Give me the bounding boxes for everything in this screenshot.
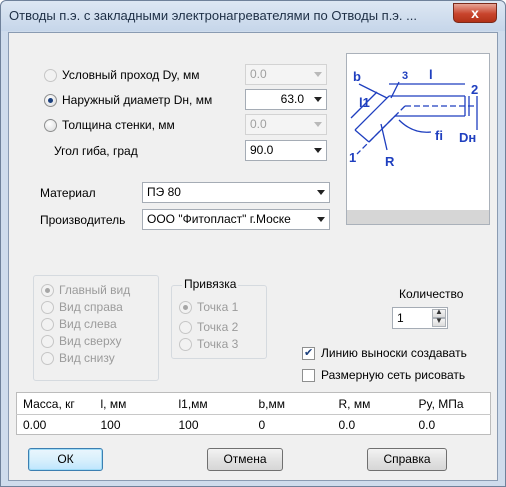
column-header: R, мм <box>332 392 413 415</box>
quantity-value: 1 <box>397 311 404 325</box>
view-right-label: Вид справа <box>59 300 123 314</box>
view-left-radio[interactable] <box>41 318 54 331</box>
chevron-down-icon <box>314 97 322 102</box>
chevron-down-icon <box>317 190 325 195</box>
diagram-label-3: 3 <box>402 70 408 82</box>
outer-diameter-value: 63.0 <box>280 92 304 106</box>
quantity-label: Количество <box>399 287 464 301</box>
window-title: Отводы п.э. с закладными электронагреват… <box>9 8 417 23</box>
diagram-label-1: 1 <box>349 150 356 165</box>
table-cell: 100 <box>178 417 199 432</box>
wall-thickness-value: 0.0 <box>250 117 267 131</box>
help-button[interactable]: Справка <box>367 448 447 471</box>
manufacturer-value: ООО "Фитопласт" г.Моске <box>147 212 291 226</box>
pipe-bend-drawing: b 3 l 2 l1 1 fi Dн R <box>349 67 478 169</box>
leader-checkbox[interactable] <box>302 346 315 360</box>
diagram-label-r: R <box>385 154 395 169</box>
leader-checkbox-label: Линию выноски создавать <box>321 346 467 360</box>
wall-thickness-radio[interactable] <box>44 119 57 132</box>
binding-point3-radio[interactable] <box>179 338 192 351</box>
nominal-diameter-radio[interactable] <box>44 69 57 82</box>
view-bottom-label: Вид снизу <box>59 351 115 365</box>
binding-group-title: Привязка <box>182 277 239 291</box>
column-header: b,мм <box>252 392 333 415</box>
quantity-down-button[interactable]: ▼ <box>432 316 446 327</box>
diagram-label-l1: l1 <box>359 95 370 110</box>
dimgrid-checkbox-label: Размерную сеть рисовать <box>321 368 466 382</box>
chevron-down-icon <box>317 217 325 222</box>
dialog-client-area: Условный проход Dy, мм 0.0 Наружный диам… <box>8 32 498 481</box>
branch-end-face <box>354 129 370 143</box>
cancel-button[interactable]: Отмена <box>207 448 283 471</box>
diagram-footer <box>347 210 489 224</box>
nominal-diameter-value: 0.0 <box>250 67 267 81</box>
view-main-radio[interactable] <box>41 284 54 297</box>
binding-point3-label: Точка 3 <box>197 337 239 351</box>
manufacturer-select[interactable]: ООО "Фитопласт" г.Моске <box>142 209 330 230</box>
results-header-row: Масса, кг l, мм l1,мм b,мм R, мм Py, МПа <box>16 392 491 415</box>
ok-button[interactable]: ОК <box>28 448 103 471</box>
wall-thickness-select[interactable]: 0.0 <box>245 114 327 135</box>
column-header: Масса, кг <box>16 392 95 415</box>
outer-diameter-select[interactable]: 63.0 <box>245 89 327 110</box>
column-header: l1,мм <box>172 392 253 415</box>
dialog-window: Отводы п.э. с закладными электронагреват… <box>0 0 506 487</box>
table-cell: 0 <box>258 417 266 432</box>
material-label: Материал <box>40 186 96 200</box>
manufacturer-label: Производитель <box>40 213 126 227</box>
view-bottom-radio[interactable] <box>41 352 54 365</box>
title-bar[interactable]: Отводы п.э. с закладными электронагреват… <box>1 1 505 31</box>
caret-down-icon: ▼ <box>435 316 443 325</box>
material-select[interactable]: ПЭ 80 <box>142 182 330 203</box>
material-value: ПЭ 80 <box>147 185 181 199</box>
binding-point1-label: Точка 1 <box>197 300 239 314</box>
bend-angle-select[interactable]: 90.0 <box>245 140 327 161</box>
diagram-label-b: b <box>353 69 361 84</box>
caret-up-icon: ▲ <box>435 307 443 316</box>
bend-angle-value: 90.0 <box>250 143 274 157</box>
binding-point2-radio[interactable] <box>179 321 192 334</box>
chevron-down-icon <box>314 72 322 77</box>
table-row: 0.00 100 100 0 0.0 0.0 <box>17 415 491 435</box>
outer-diameter-radio[interactable] <box>44 94 57 107</box>
view-main-label: Главный вид <box>59 283 131 297</box>
bend-angle-label: Угол гиба, град <box>54 144 138 158</box>
view-left-label: Вид слева <box>59 317 117 331</box>
view-top-radio[interactable] <box>41 335 54 348</box>
table-cell: 0.0 <box>338 417 356 432</box>
table-cell: 0.00 <box>23 417 47 432</box>
angle-arc <box>398 119 432 133</box>
binding-point1-radio[interactable] <box>179 301 192 314</box>
dimgrid-checkbox[interactable] <box>302 369 315 382</box>
diagram-label-l: l <box>429 67 433 82</box>
column-header: Py, МПа <box>412 392 491 415</box>
diagram-label-fi: fi <box>435 128 443 143</box>
wall-thickness-label: Толщина стенки, мм <box>62 118 175 132</box>
bend-diagram: b 3 l 2 l1 1 fi Dн R <box>346 53 490 225</box>
results-table: Масса, кг l, мм l1,мм b,мм R, мм Py, МПа… <box>16 392 491 435</box>
chevron-down-icon <box>314 148 322 153</box>
table-cell: 100 <box>100 417 121 432</box>
diagram-label-dn: Dн <box>459 130 476 145</box>
close-button[interactable]: x <box>453 3 497 23</box>
table-cell: 0.0 <box>418 417 436 432</box>
view-top-label: Вид сверху <box>59 334 122 348</box>
column-header: l, мм <box>94 392 173 415</box>
binding-point2-label: Точка 2 <box>197 320 239 334</box>
nominal-diameter-label: Условный проход Dy, мм <box>62 68 200 82</box>
quantity-stepper[interactable]: 1 ▲ ▼ <box>392 307 448 329</box>
chevron-down-icon <box>314 122 322 127</box>
view-right-radio[interactable] <box>41 301 54 314</box>
nominal-diameter-select[interactable]: 0.0 <box>245 64 327 85</box>
outer-diameter-label: Наружный диаметр Dн, мм <box>62 93 213 107</box>
diagram-label-2: 2 <box>471 82 478 97</box>
